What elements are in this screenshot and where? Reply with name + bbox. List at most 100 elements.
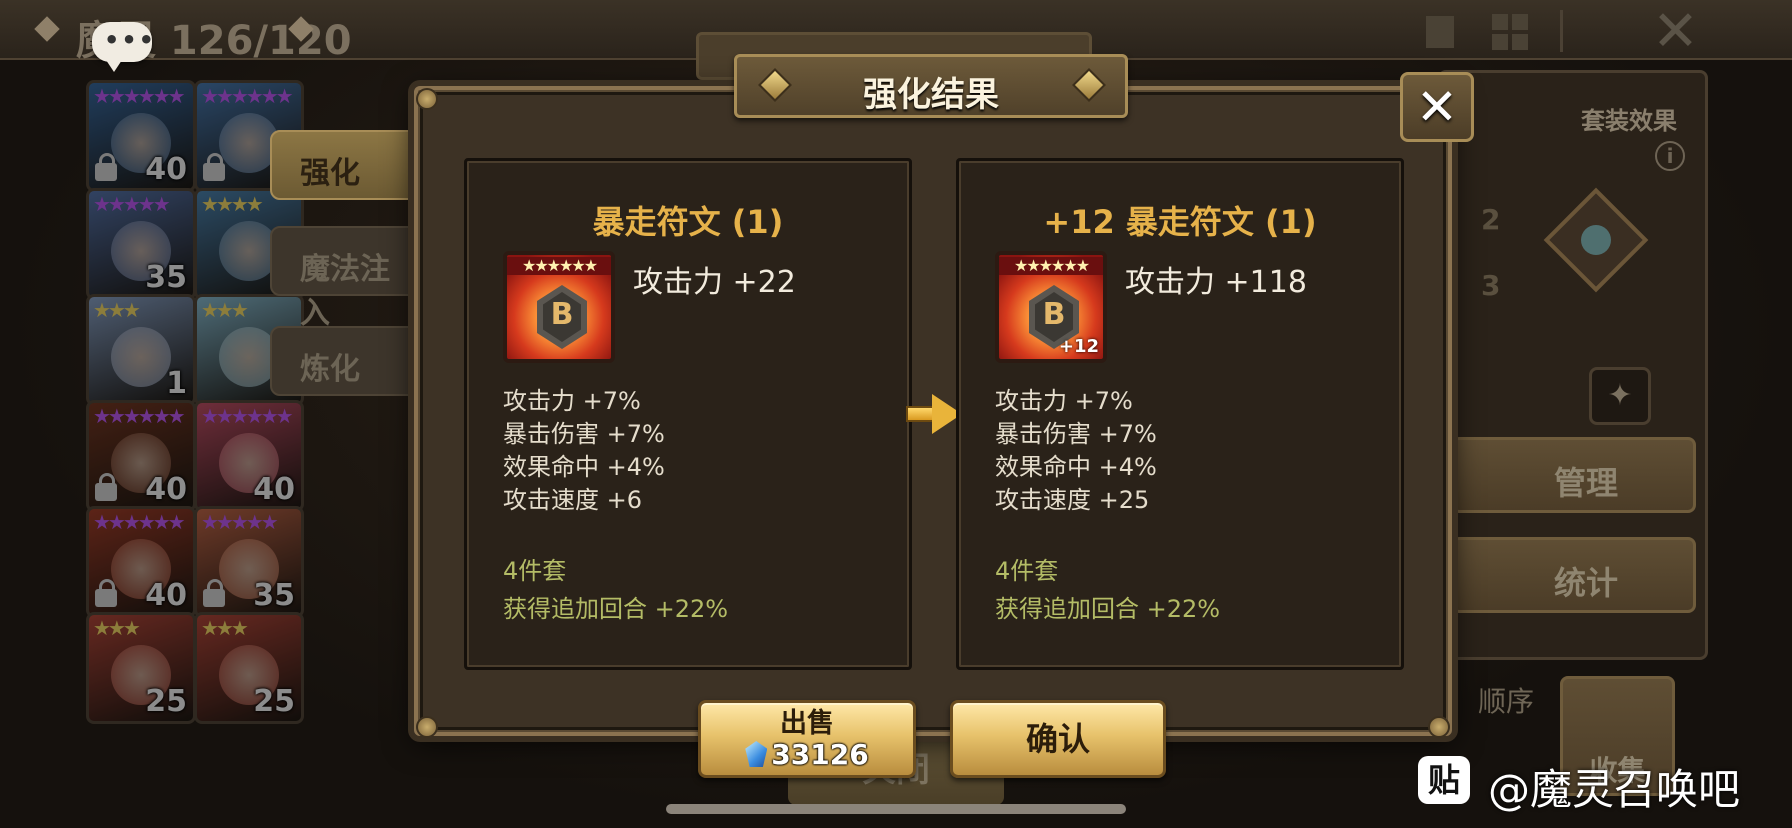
sort-label[interactable]: 顺序 <box>1478 680 1534 720</box>
sub-stat: 攻击力 +7% <box>995 387 1133 415</box>
monster-card[interactable]: ★★★★★ 35 <box>86 188 196 300</box>
star-rating: ★★★★★★ <box>93 510 186 534</box>
monster-level: 25 <box>145 684 187 719</box>
tab-label: 强化 <box>300 156 360 191</box>
sell-label: 出售 <box>780 708 834 739</box>
lock-icon <box>95 473 117 501</box>
rune-upgrade-level: +12 <box>1058 336 1099 357</box>
star-rating: ★★★ <box>201 616 249 640</box>
monster-card[interactable]: ★★★★★★ 40 <box>86 80 196 192</box>
star-rating: ★★★★★★ <box>201 404 294 428</box>
main-stat: 攻击力 +22 <box>633 265 796 300</box>
sparkle-icon[interactable]: ✦ <box>1589 367 1651 425</box>
monster-card[interactable]: ★★★★★★ 40 <box>86 400 196 512</box>
close-button[interactable]: ✕ <box>1400 72 1474 142</box>
sub-stat: 效果命中 +4% <box>503 453 665 481</box>
monster-level: 25 <box>253 684 295 719</box>
tieba-logo-icon: 贴 <box>1418 756 1470 804</box>
sub-stat: 暴击伤害 +7% <box>995 420 1157 448</box>
watermark-text: @魔灵召唤吧 <box>1488 765 1741 814</box>
set-effect-label: 套装效果 <box>1581 107 1677 135</box>
star-rating: ★★★★ <box>201 192 264 216</box>
set-bonus: 获得追加回合 +22% <box>995 595 1221 623</box>
monster-card[interactable]: ★★★★★ 35 <box>194 506 304 618</box>
stats-label: 统计 <box>1554 564 1619 602</box>
monster-level: 35 <box>253 578 295 613</box>
monster-card[interactable]: ★★★ 1 <box>86 294 196 406</box>
info-icon[interactable]: i <box>1655 141 1685 171</box>
star-rating: ★★★★★★ <box>201 84 294 108</box>
divider <box>1560 10 1563 52</box>
lock-icon <box>203 153 225 181</box>
rune-side-panel: 套装效果 i 2 3 ✦ 管理 统计 <box>1438 70 1708 660</box>
game-screen: 魔灵 126/120 ✕ ••• ★★★★★★ 40 ★★★★★★ ★★★★★ 35 ★★… <box>0 0 1792 828</box>
tab-refine[interactable]: 炼化 <box>270 326 420 396</box>
main-stat: 攻击力 +118 <box>1125 265 1307 300</box>
tab-magic-infusion[interactable]: 魔法注入 <box>270 226 420 331</box>
sub-stat: 攻击速度 +6 <box>503 486 643 514</box>
rune-after-card: +12 暴走符文 (1) ★★★★★★ B +12 攻击力 +118 攻击力 +… <box>956 158 1404 670</box>
slot-number: 3 <box>1481 269 1501 302</box>
sub-stat: 攻击速度 +25 <box>995 486 1150 514</box>
manage-button[interactable]: 管理 <box>1451 437 1696 513</box>
manage-label: 管理 <box>1554 464 1619 502</box>
modal-title: 强化结果 <box>863 75 999 115</box>
rune-title: +12 暴走符文 (1) <box>1043 203 1317 241</box>
star-rating: ★★★★★ <box>93 192 171 216</box>
rune-stars: ★★★★★★ <box>507 257 611 275</box>
monster-card[interactable]: ★★★★★★ 40 <box>86 506 196 618</box>
gem-core <box>1581 225 1611 255</box>
stats-button[interactable]: 统计 <box>1451 537 1696 613</box>
slot-number: 2 <box>1481 203 1501 236</box>
monster-level: 40 <box>145 152 187 187</box>
diamond-icon <box>34 16 60 42</box>
monster-level: 40 <box>145 578 187 613</box>
monster-card[interactable]: ★★★★★★ 40 <box>194 400 304 512</box>
chat-icon[interactable]: ••• <box>92 22 154 72</box>
rune-before-card: 暴走符文 (1) ★★★★★★ B 攻击力 +22 攻击力 +7% 暴击伤害 +… <box>464 158 912 670</box>
star-rating: ★★★ <box>93 298 141 322</box>
sub-stat: 暴击伤害 +7% <box>503 420 665 448</box>
star-rating: ★★★★★ <box>201 510 279 534</box>
corner-rivet-icon <box>1428 716 1450 738</box>
sub-stat: 攻击力 +7% <box>503 387 641 415</box>
tab-label: 魔法注入 <box>300 252 390 331</box>
monster-card[interactable]: ★★★ 25 <box>194 612 304 724</box>
lock-icon <box>203 579 225 607</box>
corner-rivet-icon <box>416 88 438 110</box>
star-rating: ★★★ <box>93 616 141 640</box>
confirm-button[interactable]: 确认 <box>950 700 1166 778</box>
sub-stats-list: 攻击力 +7% 暴击伤害 +7% 效果命中 +4% 攻击速度 +6 <box>503 385 665 517</box>
monster-level: 40 <box>145 472 187 507</box>
rune-icon: ★★★★★★ B +12 <box>995 251 1107 363</box>
monster-level: 1 <box>166 366 187 401</box>
star-rating: ★★★★★★ <box>93 404 186 428</box>
tab-enhance[interactable]: 强化 <box>270 130 420 200</box>
crystal-icon <box>745 741 768 767</box>
grid-view-icon[interactable] <box>1490 12 1530 52</box>
sub-stats-list: 攻击力 +7% 暴击伤害 +7% 效果命中 +4% 攻击速度 +25 <box>995 385 1157 517</box>
set-bonus: 获得追加回合 +22% <box>503 595 729 623</box>
corner-rivet-icon <box>416 716 438 738</box>
monster-level: 35 <box>145 260 187 295</box>
set-pieces: 4件套 <box>503 557 567 585</box>
modal-title-plate: 强化结果 <box>734 54 1128 118</box>
star-rating: ★★★ <box>201 298 249 322</box>
price-value: 33126 <box>771 738 869 771</box>
tab-label: 炼化 <box>300 352 360 387</box>
lock-icon <box>95 579 117 607</box>
sell-button[interactable]: 出售 33126 <box>698 700 916 778</box>
rune-title: 暴走符文 (1) <box>592 203 784 241</box>
monster-portrait <box>111 327 171 387</box>
rune-stars: ★★★★★★ <box>999 257 1103 275</box>
lock-icon <box>95 153 117 181</box>
home-indicator[interactable] <box>666 804 1126 814</box>
monster-level: 40 <box>253 472 295 507</box>
monster-card[interactable]: ★★★ 25 <box>86 612 196 724</box>
star-rating: ★★★★★★ <box>93 84 186 108</box>
rune-icon: ★★★★★★ B <box>503 251 615 363</box>
close-icon[interactable]: ✕ <box>1652 4 1699 60</box>
rune-letter: B <box>1042 297 1066 332</box>
sell-price: 33126 <box>701 739 913 771</box>
single-view-icon[interactable] <box>1422 12 1462 52</box>
